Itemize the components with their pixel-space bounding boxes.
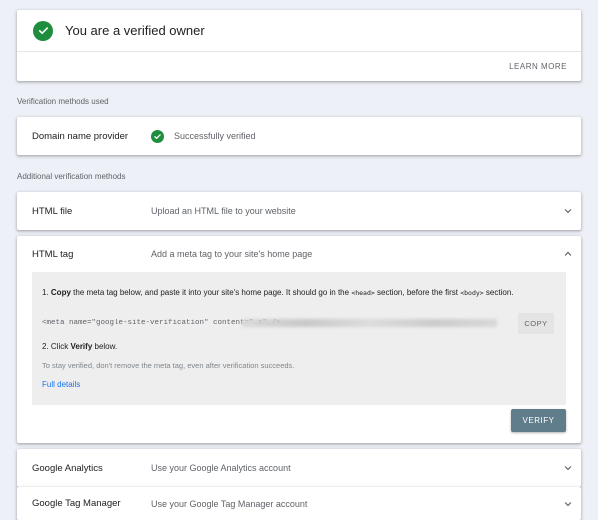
status-text: Successfully verified [174,131,256,141]
owner-card-actions: LEARN MORE [17,52,581,80]
method-name: Google Analytics [32,462,103,474]
verified-owner-card: You are a verified owner LEARN MORE [17,10,581,81]
chevron-up-icon[interactable] [555,249,581,259]
full-details-link[interactable]: Full details [42,380,556,389]
stay-verified-hint: To stay verified, don't remove the meta … [42,361,295,370]
verified-owner-header: You are a verified owner [17,10,581,52]
method-name: HTML tag [32,248,74,260]
section-label-additional-methods: Additional verification methods [17,172,126,181]
method-google-analytics[interactable]: Google Analytics Use your Google Analyti… [17,449,581,487]
html-tag-header[interactable]: HTML tag Add a meta tag to your site's h… [17,236,581,272]
status-verified: Successfully verified [151,129,256,143]
verify-button[interactable]: VERIFY [511,409,566,432]
chevron-down-icon[interactable] [555,463,581,473]
check-circle-icon [151,129,164,143]
step-2-text: 2. Click Verify below. [42,342,118,351]
section-label-methods-used: Verification methods used [17,97,109,106]
method-google-tag-manager[interactable]: Google Tag Manager Use your Google Tag M… [17,487,581,520]
method-html-tag: HTML tag Add a meta tag to your site's h… [17,236,581,443]
redacted-token [242,319,497,327]
method-domain-name-provider: Domain name provider Successfully verifi… [17,117,581,155]
html-tag-instructions: 1. Copy the meta tag below, and paste it… [32,272,566,405]
step-1-text: 1. Copy the meta tag below, and paste it… [42,288,514,297]
chevron-down-icon[interactable] [555,499,581,509]
method-html-file[interactable]: HTML file Upload an HTML file to your we… [17,192,581,230]
chevron-down-icon[interactable] [555,206,581,216]
copy-button[interactable]: COPY [518,313,554,334]
verified-owner-title: You are a verified owner [65,23,205,38]
method-description: Upload an HTML file to your website [151,206,296,216]
method-name: Domain name provider [32,130,129,142]
check-circle-icon [33,20,53,41]
method-description: Add a meta tag to your site's home page [151,249,313,259]
learn-more-button[interactable]: LEARN MORE [509,62,567,71]
method-name: HTML file [32,205,73,217]
meta-tag-row: <meta name="google-site-verification" co… [42,313,556,334]
method-name: Google Tag Manager [32,498,121,509]
method-description: Use your Google Tag Manager account [151,498,308,509]
method-description: Use your Google Analytics account [151,463,291,473]
